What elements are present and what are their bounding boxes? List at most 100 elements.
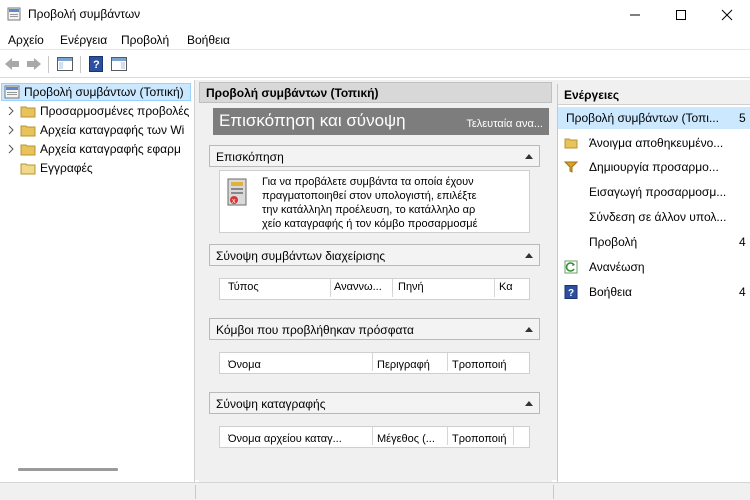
tree-item-label: Αρχεία καταγραφής εφαρμ [40,142,181,156]
admin-events-table: Τύπος Αναννω... Πηνή Κα [219,278,530,300]
show-hide-console-tree-button[interactable] [55,54,75,74]
center-panel-header: Προβολή συμβάντων (Τοπική) [199,82,552,103]
tree-item-windows-logs[interactable]: Αρχεία καταγραφής των Wi [6,121,184,139]
last-refreshed-label: Τελευταία ανα... [466,118,543,130]
tree-item-custom-views[interactable]: Προσαρμοσμένες προβολές [6,102,189,120]
column-header-type[interactable]: Τύπος [228,281,328,293]
event-viewer-icon [4,85,20,99]
show-hide-action-pane-button[interactable] [109,54,129,74]
collapse-arrow-icon[interactable] [525,401,533,406]
center-panel: Προβολή συμβάντων (Τοπική) Επισκόπηση κα… [199,82,552,482]
column-header-modified[interactable]: Τροποποιή [452,433,512,445]
overview-text-line: την κατάλληλη προέλευση, το κατάλληλο αρ [262,204,476,216]
tree-item-label: Εγγραφές [40,161,93,175]
section-recent-nodes-header[interactable]: Κόμβοι που προβλήθηκαν πρόσφατα [209,318,540,340]
column-header-size[interactable]: Μέγεθος (... [377,433,447,445]
toolbar: ? [0,51,750,78]
section-log-summary: Σύνοψη καταγραφής Όνομα αρχείου καταγ...… [209,392,540,452]
column-header-modified[interactable]: Τροποποιή [452,359,528,371]
section-title: Επισκόπηση [216,150,284,164]
section-admin-events-summary: Σύνοψη συμβάντων διαχείρισης Τύπος Ανανν… [209,244,540,304]
action-pane-icon [111,57,127,71]
action-label: Σύνδεση σε άλλον υπολ... [589,210,727,224]
chevron-right-icon[interactable] [6,106,16,116]
action-label: Προβολή συμβάντων (Τοπι... [566,111,719,125]
overview-text-line: Για να προβάλετε συμβάντα τα οποία έχουν [262,176,474,188]
action-label: Εισαγωγή προσαρμοσμ... [589,185,727,199]
chevron-right-icon[interactable] [6,125,16,135]
window-title: Προβολή συμβάντων [28,7,141,21]
section-admin-events-header[interactable]: Σύνοψη συμβάντων διαχείρισης [209,244,540,266]
submenu-arrow-icon: 5 [739,111,746,125]
action-open-saved-log[interactable]: Άνοιγμα αποθηκευμένο... [558,132,750,154]
minimize-icon [630,14,640,16]
submenu-arrow-icon: 4 [739,235,746,249]
section-title: Σύνοψη συμβάντων διαχείρισης [216,249,386,263]
section-overview: Επισκόπηση x Για να προβάλετε συμβάντα τ… [209,145,540,235]
tree-item-label: Προβολή συμβάντων (Τοπική) [24,85,184,99]
event-viewer-icon [7,7,21,21]
forward-button[interactable] [24,54,44,74]
log-summary-table: Όνομα αρχείου καταγ... Μέγεθος (... Τροπ… [219,426,530,448]
section-title: Κόμβοι που προβλήθηκαν πρόσφατα [216,323,414,337]
help-book-icon: ? [89,56,103,72]
action-event-viewer-local[interactable]: Προβολή συμβάντων (Τοπι... 5 [558,107,750,129]
console-tree-icon [57,57,73,71]
overview-text-line: πραγματοποιηθεί στον υπολογιστή, επιλέξτ… [262,190,477,202]
collapse-arrow-icon[interactable] [525,253,533,258]
help-icon: ? [564,285,578,299]
tree-horizontal-scrollbar[interactable] [18,468,118,471]
collapse-arrow-icon[interactable] [525,154,533,159]
action-label: Δημιουργία προσαρμο... [589,160,719,174]
action-import-custom-view[interactable]: Εισαγωγή προσαρμοσμ... [558,181,750,203]
column-header-description[interactable]: Περιγραφή [377,359,447,371]
section-overview-header[interactable]: Επισκόπηση [209,145,540,167]
forward-arrow-icon [27,58,41,70]
tree-item-label: Προσαρμοσμένες προβολές [40,104,190,118]
chevron-right-icon[interactable] [6,144,16,154]
column-header-event-id[interactable]: Αναννω... [334,281,394,293]
svg-text:x: x [232,198,236,205]
filter-icon [564,161,578,173]
collapse-arrow-icon[interactable] [525,327,533,332]
back-button[interactable] [2,54,22,74]
actions-panel: Ενέργειες Προβολή συμβάντων (Τοπι... 5 Ά… [557,84,750,482]
tree-item-application-logs[interactable]: Αρχεία καταγραφής εφαρμ [6,140,181,158]
action-create-custom-view[interactable]: Δημιουργία προσαρμο... [558,156,750,178]
tree-item-event-viewer-local[interactable]: Προβολή συμβάντων (Τοπική) [1,83,191,101]
column-header-category[interactable]: Κα [499,281,529,293]
column-header-source[interactable]: Πηνή [398,281,494,293]
overview-description: Για να προβάλετε συμβάντα τα οποία έχουν… [262,175,478,231]
menu-file[interactable]: Αρχείο [8,33,44,47]
subscriptions-icon [20,163,36,175]
help-button[interactable]: ? [86,54,106,74]
close-button[interactable] [704,0,750,30]
maximize-icon [676,10,686,20]
action-refresh[interactable]: Ανανέωση [558,256,750,278]
column-header-log-name[interactable]: Όνομα αρχείου καταγ... [228,433,368,445]
action-help[interactable]: ? Βοήθεια 4 [558,281,750,303]
overview-summary-banner: Επισκόπηση και σύνοψη Τελευταία ανα... [213,108,549,135]
column-header-name[interactable]: Όνομα [228,359,368,371]
overview-title: Επισκόπηση και σύνοψη [219,111,406,130]
title-bar: Προβολή συμβάντων [0,0,750,30]
section-recently-viewed-nodes: Κόμβοι που προβλήθηκαν πρόσφατα Όνομα Πε… [209,318,540,378]
folder-icon [20,106,36,118]
recent-nodes-table: Όνομα Περιγραφή Τροποποιή [219,352,530,374]
action-view[interactable]: Προβολή 4 [558,231,750,253]
minimize-button[interactable] [612,0,658,30]
overview-body: x Για να προβάλετε συμβάντα τα οποία έχο… [219,170,530,233]
folder-icon [20,144,36,156]
refresh-icon [564,260,578,274]
menu-view[interactable]: Προβολή [121,33,169,47]
maximize-button[interactable] [658,0,704,30]
section-title: Σύνοψη καταγραφής [216,397,326,411]
section-log-summary-header[interactable]: Σύνοψη καταγραφής [209,392,540,414]
folder-icon [564,138,578,149]
menu-action[interactable]: Ενέργεια [60,33,107,47]
svg-text:?: ? [568,288,574,299]
tree-item-subscriptions[interactable]: Εγγραφές [20,159,93,177]
action-connect-to-another-computer[interactable]: Σύνδεση σε άλλον υπολ... [558,206,750,228]
menu-help[interactable]: Βοήθεια [187,33,230,47]
folder-icon [20,125,36,137]
